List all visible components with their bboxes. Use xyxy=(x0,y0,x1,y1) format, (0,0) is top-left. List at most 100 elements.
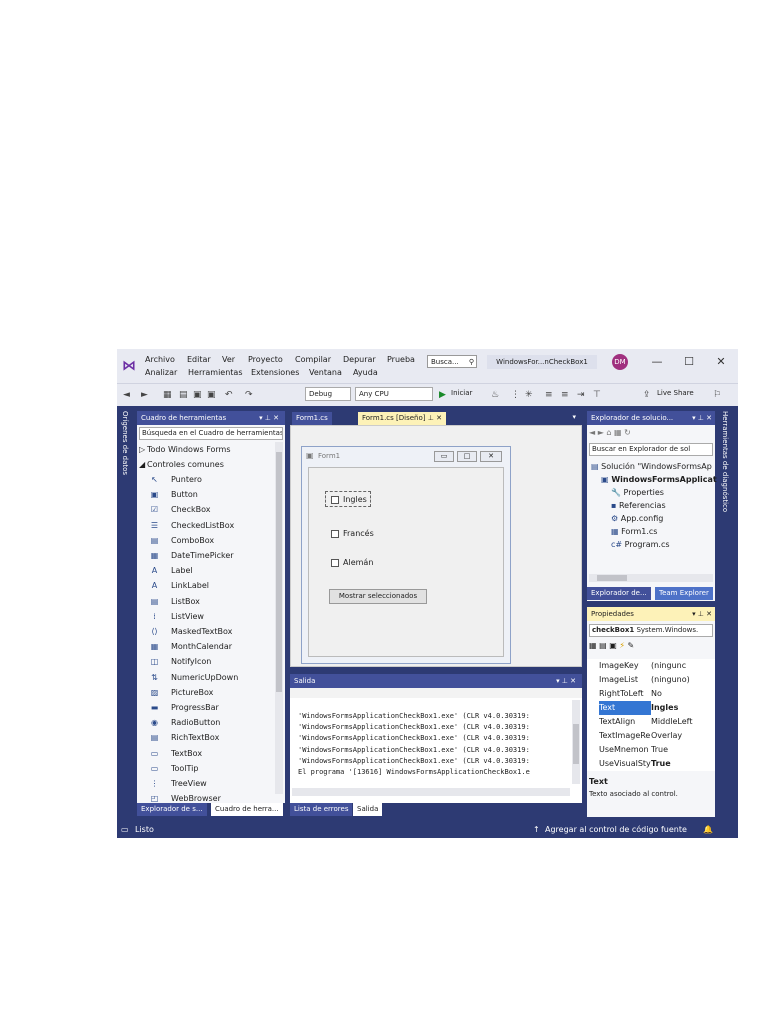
toolbox-item-radiobutton[interactable]: ◉ RadioButton xyxy=(137,715,275,730)
checkbox-frances[interactable] xyxy=(331,530,339,538)
nav-forward-icon[interactable]: ► xyxy=(598,428,604,437)
switch-views-icon[interactable]: ▦ xyxy=(614,428,622,437)
refresh-icon[interactable]: ↻ xyxy=(624,428,631,437)
config-select[interactable]: Debug xyxy=(305,387,351,401)
solution-pin-icon[interactable]: ▾ ⊥ ✕ xyxy=(692,411,712,425)
toolbox-item-listbox[interactable]: ▤ ListBox xyxy=(137,594,275,609)
menu-compilar[interactable]: Compilar xyxy=(295,355,331,364)
tab-dropdown-icon[interactable]: ▾ xyxy=(572,413,576,421)
toolbox-item-richtextbox[interactable]: ▤ RichTextBox xyxy=(137,730,275,745)
toolbox-item-treeview[interactable]: ⋮ TreeView xyxy=(137,776,275,791)
tab-output[interactable]: Salida xyxy=(353,803,383,816)
menu-analizar[interactable]: Analizar xyxy=(145,368,177,377)
checkbox-aleman[interactable] xyxy=(331,559,339,567)
menu-ayuda[interactable]: Ayuda xyxy=(353,368,378,377)
undo-icon[interactable]: ↶ xyxy=(225,389,233,401)
start-button[interactable]: Iniciar xyxy=(451,389,472,397)
events-icon[interactable]: ⚡ xyxy=(619,641,625,650)
quick-search-input[interactable]: Busca... ⚲ xyxy=(427,355,477,368)
redo-icon[interactable]: ↷ xyxy=(245,389,253,401)
close-icon[interactable]: ✕ xyxy=(711,353,731,371)
platform-select[interactable]: Any CPU xyxy=(355,387,433,401)
toolbox-item-monthcalendar[interactable]: ▦ MonthCalendar xyxy=(137,639,275,654)
save-icon[interactable]: ▣ xyxy=(193,389,202,401)
toolbox-item-button[interactable]: ▣ Button xyxy=(137,487,275,502)
bookmark-icon[interactable]: ✳ xyxy=(525,389,533,401)
panel-pin-icon[interactable]: ▾ ⊥ ✕ xyxy=(259,411,279,425)
property-row[interactable]: Text Ingles xyxy=(587,701,715,715)
hot-reload-icon[interactable]: ♨ xyxy=(491,389,499,401)
maximize-icon[interactable]: ☐ xyxy=(679,353,699,371)
categorized-icon[interactable]: ▦ xyxy=(589,641,597,650)
toolbox-item-picturebox[interactable]: ▨ PictureBox xyxy=(137,685,275,700)
align-left-icon[interactable]: ≡ xyxy=(545,389,553,401)
add-to-source-control[interactable]: Agregar al control de código fuente xyxy=(545,821,687,838)
property-row[interactable]: UseVisualStyl True xyxy=(587,757,715,771)
property-row[interactable]: RightToLeft No xyxy=(587,687,715,701)
toolbox-item-notifyicon[interactable]: ◫ NotifyIcon xyxy=(137,654,275,669)
solution-tree-item[interactable]: 🔧 Properties xyxy=(611,486,664,499)
form-window[interactable]: ▣ Form1 ▭ □ ✕ Ingles Francés Alemán Most… xyxy=(301,446,511,664)
open-folder-icon[interactable]: ▤ xyxy=(179,389,188,401)
solution-tree-item[interactable]: ▦ Form1.cs xyxy=(611,525,657,538)
menu-proyecto[interactable]: Proyecto xyxy=(248,355,283,364)
property-row[interactable]: TextImageRe Overlay xyxy=(587,729,715,743)
property-row[interactable]: TextAlign MiddleLeft xyxy=(587,715,715,729)
tab-toolbox[interactable]: Cuadro de herra... xyxy=(211,803,283,816)
solution-hscrollbar[interactable] xyxy=(589,574,713,582)
diagnostics-side-tab[interactable]: Herramientas de diagnóstico xyxy=(721,411,729,512)
toolbox-item-numericupdown[interactable]: ⇅ NumericUpDown xyxy=(137,670,275,685)
output-hscrollbar[interactable] xyxy=(292,788,570,796)
toolbox-item-maskedtextbox[interactable]: ⟨⟩ MaskedTextBox xyxy=(137,624,275,639)
output-scrollbar[interactable] xyxy=(572,700,580,784)
menu-archivo[interactable]: Archivo xyxy=(145,355,175,364)
properties-object-select[interactable]: checkBox1 System.Windows. xyxy=(589,624,713,637)
back-icon[interactable]: ◄ xyxy=(123,389,130,401)
toolbox-item-linklabel[interactable]: A LinkLabel xyxy=(137,578,275,593)
toolbox-item-tooltip[interactable]: ▭ ToolTip xyxy=(137,761,275,776)
output-scroll-thumb[interactable] xyxy=(573,724,579,764)
toolbox-group-common[interactable]: ◢ Controles comunes xyxy=(137,457,275,472)
save-all-icon[interactable]: ▣ xyxy=(207,389,216,401)
comment-icon[interactable]: ⊤ xyxy=(593,389,601,401)
user-avatar[interactable]: DM xyxy=(612,354,628,370)
toolbox-item-textbox[interactable]: ▭ TextBox xyxy=(137,746,275,761)
data-sources-side-tab[interactable]: Orígenes de datos xyxy=(121,411,129,475)
align-center-icon[interactable]: ≡ xyxy=(561,389,569,401)
solution-search-input[interactable]: Buscar en Explorador de sol xyxy=(589,443,713,456)
solution-tree-item[interactable]: c# Program.cs xyxy=(611,538,670,551)
menu-ventana[interactable]: Ventana xyxy=(309,368,342,377)
show-selected-button[interactable]: Mostrar seleccionados xyxy=(329,589,427,604)
menu-editar[interactable]: Editar xyxy=(187,355,211,364)
new-project-icon[interactable]: ▦ xyxy=(163,389,172,401)
toolbox-item-combobox[interactable]: ▤ ComboBox xyxy=(137,533,275,548)
menu-herramientas[interactable]: Herramientas xyxy=(188,368,243,377)
checkbox-ingles[interactable] xyxy=(331,496,339,504)
minimize-icon[interactable]: — xyxy=(647,353,667,371)
toolbox-item-listview[interactable]: ⁞ ListView xyxy=(137,609,275,624)
tab-team-explorer[interactable]: Team Explorer xyxy=(655,587,713,600)
toolbox-item-puntero[interactable]: ↖ Puntero xyxy=(137,472,275,487)
nav-back-icon[interactable]: ◄ xyxy=(589,428,595,437)
tab-close-icon[interactable]: ✕ xyxy=(436,414,442,422)
properties-pin-icon[interactable]: ▾ ⊥ ✕ xyxy=(692,607,712,621)
property-row[interactable]: ImageKey (ningunc xyxy=(587,659,715,673)
solution-tree-item[interactable]: ▤ Solución "WindowsFormsAp xyxy=(591,460,712,473)
menu-ver[interactable]: Ver xyxy=(222,355,235,364)
output-pin-icon[interactable]: ▾ ⊥ ✕ xyxy=(556,674,576,688)
tab-error-list[interactable]: Lista de errores xyxy=(290,803,353,816)
toolbox-item-label[interactable]: A Label xyxy=(137,563,275,578)
toolbox-item-checkedlistbox[interactable]: ☰ CheckedListBox xyxy=(137,518,275,533)
solution-hscroll-thumb[interactable] xyxy=(597,575,627,581)
toolbox-group-all[interactable]: ▷ Todo Windows Forms xyxy=(137,442,275,457)
properties-icon[interactable]: ▣ xyxy=(609,641,617,650)
toolbox-search-input[interactable]: Búsqueda en el Cuadro de herramientas xyxy=(139,427,283,440)
property-row[interactable]: ImageList (ninguno) xyxy=(587,673,715,687)
toolbox-item-webbrowser[interactable]: ◰ WebBrowser xyxy=(137,791,275,803)
toolbox-item-checkbox[interactable]: ☑ CheckBox xyxy=(137,502,275,517)
menu-depurar[interactable]: Depurar xyxy=(343,355,376,364)
home-icon[interactable]: ⌂ xyxy=(606,428,611,437)
forward-icon[interactable]: ► xyxy=(141,389,148,401)
toolbox-item-datetimepicker[interactable]: ▦ DateTimePicker xyxy=(137,548,275,563)
feedback-icon[interactable]: ⚐ xyxy=(713,389,721,401)
